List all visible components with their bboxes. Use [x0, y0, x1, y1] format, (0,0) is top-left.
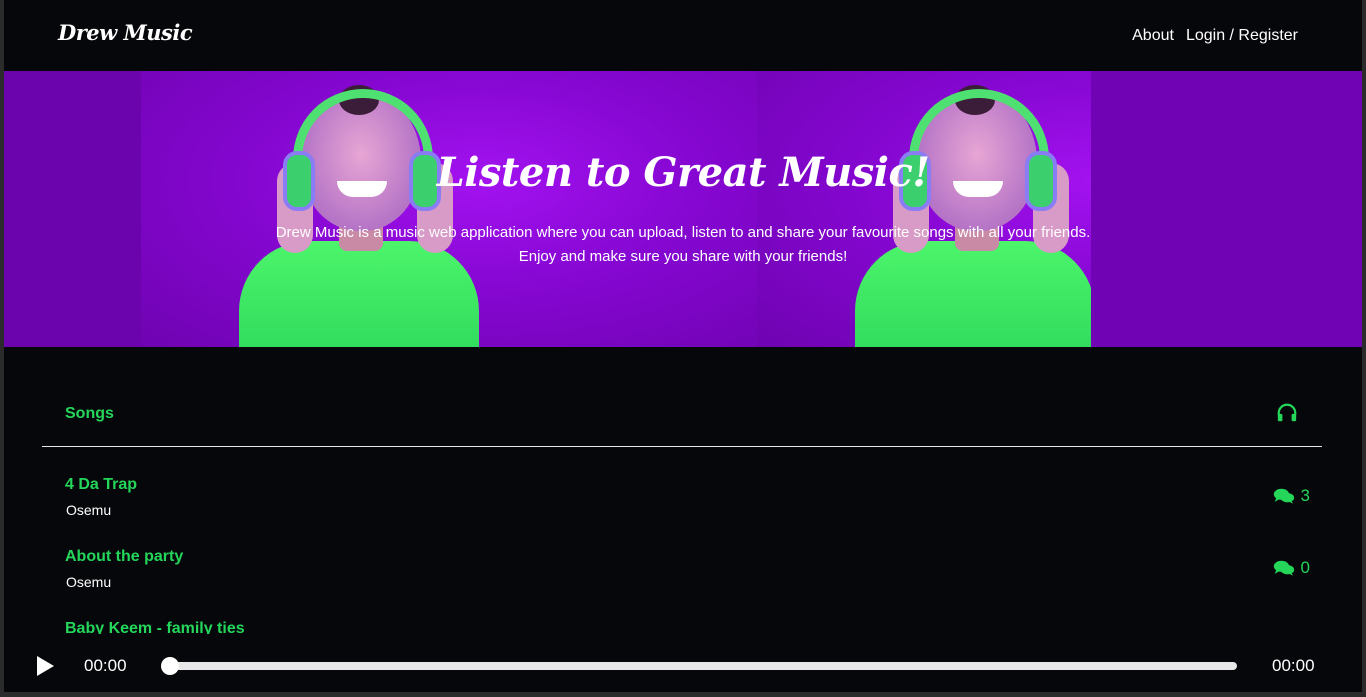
song-title[interactable]: 4 Da Trap	[65, 476, 137, 494]
song-list: 4 Da Trap Osemu 3 About the party Osemu	[4, 474, 1362, 634]
comments-icon	[1273, 560, 1294, 576]
nav-links: About Login / Register	[1132, 27, 1298, 45]
navbar: Drew Music About Login / Register	[4, 0, 1362, 71]
nav-link-login-register[interactable]: Login / Register	[1186, 27, 1298, 45]
hero-background-right	[1091, 71, 1362, 347]
hero-description: Drew Music is a music web application wh…	[275, 224, 1091, 265]
nav-link-about[interactable]: About	[1132, 27, 1174, 45]
songs-divider	[42, 446, 1322, 447]
hero-photo-woman-headphones	[847, 71, 1107, 347]
comments-icon	[1273, 488, 1294, 504]
song-title[interactable]: Baby Keem - family ties	[65, 620, 245, 634]
song-item[interactable]: Baby Keem - family ties	[4, 618, 1362, 634]
song-item[interactable]: About the party Osemu 0	[4, 546, 1362, 618]
hero-banner: Listen to Great Music! Drew Music is a m…	[4, 71, 1362, 347]
hero-title: Listen to Great Music!	[436, 149, 930, 196]
comments-button[interactable]: 3	[1273, 486, 1310, 506]
hero-background-left	[4, 71, 141, 347]
hero-photo-woman-headphones	[231, 71, 491, 347]
seek-bar[interactable]	[164, 662, 1237, 670]
song-item[interactable]: 4 Da Trap Osemu 3	[4, 474, 1362, 546]
comment-count: 3	[1300, 486, 1310, 505]
app-frame: Drew Music About Login / Register Listen…	[4, 0, 1362, 692]
current-time: 00:00	[84, 656, 127, 675]
hero-image-tile	[141, 71, 757, 347]
brand-logo[interactable]: Drew Music	[58, 20, 193, 45]
songs-heading: Songs	[65, 405, 114, 422]
song-title[interactable]: About the party	[65, 548, 183, 566]
comment-count: 0	[1300, 558, 1310, 577]
play-icon[interactable]	[34, 655, 56, 677]
headphones-icon	[1277, 403, 1297, 422]
seek-thumb[interactable]	[161, 657, 179, 675]
song-artist: Osemu	[66, 502, 112, 518]
total-time: 00:00	[1272, 656, 1315, 675]
comments-button[interactable]: 0	[1273, 558, 1310, 578]
song-artist: Osemu	[66, 574, 112, 590]
audio-player: 00:00 00:00	[4, 638, 1362, 692]
